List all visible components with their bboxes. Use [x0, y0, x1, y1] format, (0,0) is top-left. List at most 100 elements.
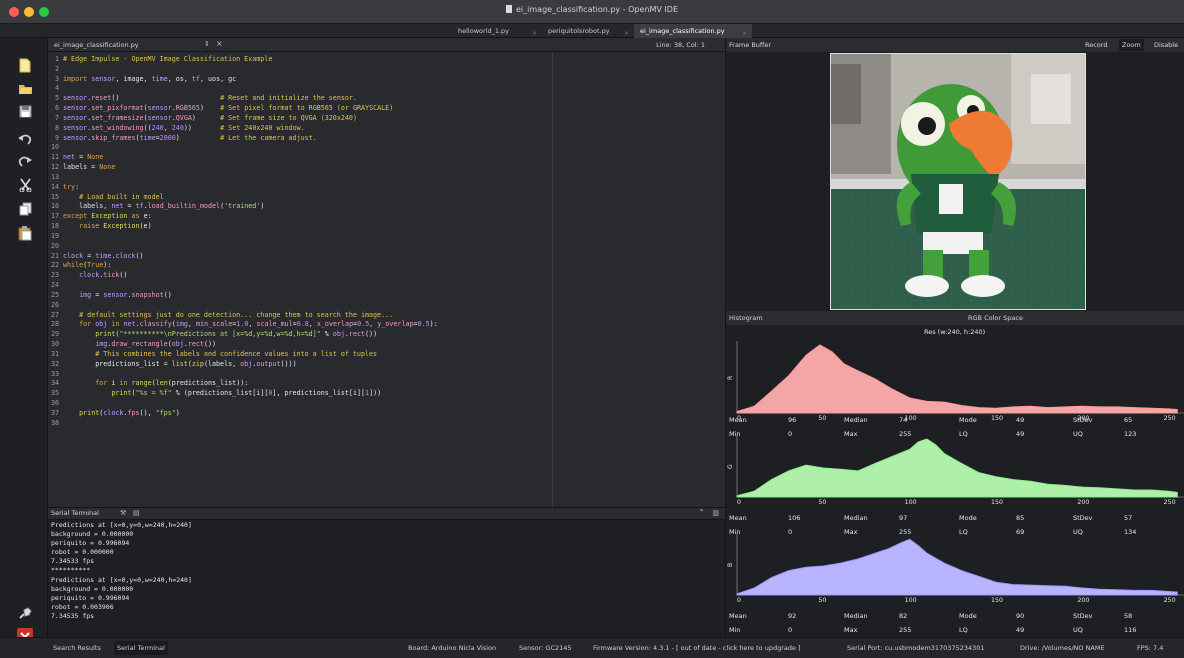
histogram-plots: 0 50 100 150 200 250 R Mean 96 Median 74 Mode 49 StDe…	[727, 341, 1184, 634]
line-number: 3	[54, 74, 59, 83]
stat-value: 255	[899, 528, 911, 536]
code-lines: 1 # Edge Impulse - OpenMV Image Classific…	[48, 55, 438, 428]
save-icon[interactable]	[17, 102, 33, 120]
tab-ei-image-classification[interactable]: ei_image_classification.py ×	[634, 24, 752, 38]
close-editor-icon[interactable]: ×	[216, 39, 223, 48]
histogram-tick-label: 250	[1164, 415, 1176, 422]
cursor-position: Line: 38, Col: 1	[656, 41, 705, 49]
serial-terminal[interactable]: Predictions at [x=0,y=0,w=240,h=240] bac…	[48, 520, 725, 637]
histogram-tick-label: 250	[1164, 499, 1176, 506]
line-number: 24	[50, 281, 59, 290]
stat-label: LQ	[959, 430, 968, 438]
stat-label: Min	[729, 430, 741, 438]
paste-icon[interactable]	[17, 224, 33, 242]
stat-value: 57	[1124, 514, 1132, 522]
histogram-tick-label: 150	[991, 597, 1003, 604]
editor-margin-line	[552, 52, 553, 507]
sensor-info: Sensor: GC2145	[519, 644, 572, 652]
zoom-button[interactable]: Zoom	[1119, 39, 1144, 51]
line-number: 34	[50, 379, 59, 388]
tab-periquitolsrobot[interactable]: periquitolsrobot.py ×	[542, 24, 634, 38]
line-number: 10	[50, 143, 59, 152]
connect-icon[interactable]	[17, 604, 33, 622]
histogram-channel-label: R	[727, 376, 734, 380]
serial-terminal-title: Serial Terminal	[51, 509, 99, 517]
stat-value: 116	[1124, 626, 1136, 634]
stat-value: 0	[788, 430, 792, 438]
stat-value: 90	[1016, 612, 1024, 620]
stat-label: Min	[729, 626, 741, 634]
stat-label: LQ	[959, 528, 968, 536]
stat-label: Mean	[729, 612, 747, 620]
line-number: 30	[50, 340, 59, 349]
line-number: 14	[50, 182, 59, 191]
serial-terminal-tab[interactable]: Serial Terminal	[114, 641, 168, 655]
maximize-panel-icon[interactable]: ▥	[712, 509, 719, 517]
stat-label: StDev	[1073, 612, 1093, 620]
line-number: 17	[50, 212, 59, 221]
stat-value: 49	[1016, 416, 1024, 424]
open-file-icon[interactable]	[17, 79, 33, 97]
stat-label: Median	[844, 416, 868, 424]
stat-value: 106	[788, 514, 800, 522]
disable-button[interactable]: Disable	[1151, 39, 1181, 51]
tab-helloworld[interactable]: helloworld_1.py ×	[452, 24, 542, 38]
histogram-tick-label: 50	[818, 415, 826, 422]
save-terminal-icon[interactable]: ▤	[133, 509, 140, 517]
histogram-channel-label: B	[727, 563, 734, 567]
collapse-panel-icon[interactable]: ⌃	[698, 508, 705, 517]
copy-icon[interactable]	[17, 200, 33, 218]
stat-label: Mean	[729, 514, 747, 522]
stat-label: Max	[844, 430, 858, 438]
file-tab-bar: helloworld_1.py × periquitolsrobot.py × ei…	[0, 24, 1184, 38]
stat-label: UQ	[1073, 626, 1083, 634]
line-number: 4	[54, 84, 59, 93]
serial-terminal-header: Serial Terminal ⚒ ▤ ⌃ ▥	[48, 507, 725, 520]
line-number: 7	[54, 113, 59, 122]
line-number: 23	[50, 271, 59, 280]
histogram-tick-label: 50	[818, 597, 826, 604]
stat-value: 96	[788, 416, 796, 424]
line-number: 13	[50, 172, 59, 181]
firmware-info[interactable]: Firmware Version: 4.3.1 - [ out of date …	[593, 644, 801, 652]
histogram-g-channel: 0 50 100 150 200 250 G Mean 106 Median 97 Mode 85 StD…	[727, 435, 1184, 536]
line-number: 36	[50, 398, 59, 407]
line-number: 12	[50, 163, 59, 172]
redo-icon[interactable]	[17, 152, 33, 170]
drive-info[interactable]: Drive: /Volumes/NO NAME	[1020, 644, 1105, 652]
editor-file-selector[interactable]: ei_image_classification.py	[54, 39, 139, 51]
stat-label: LQ	[959, 626, 968, 634]
cut-icon[interactable]	[17, 176, 33, 194]
color-space-select[interactable]: RGB Color Space	[968, 312, 1023, 324]
search-results-tab[interactable]: Search Results	[53, 644, 101, 652]
status-bar: Search Results Serial Terminal Board: Ar…	[0, 637, 1184, 658]
clear-terminal-icon[interactable]: ⚒	[120, 509, 126, 517]
openmv-ide-window: ei_image_classification.py - OpenMV IDE …	[0, 0, 1184, 658]
stat-label: Mode	[959, 416, 977, 424]
histogram-area	[736, 538, 1178, 596]
new-file-icon[interactable]	[17, 56, 33, 74]
stat-value: 65	[1124, 416, 1132, 424]
line-number: 29	[50, 330, 59, 339]
histogram-tick-label: 200	[1077, 597, 1089, 604]
histogram-tick-label: 100	[905, 597, 917, 604]
file-dropdown-icon[interactable]: ⇕	[204, 40, 210, 48]
line-number: 20	[50, 241, 59, 250]
line-number: 18	[50, 222, 59, 231]
serial-port-info[interactable]: Serial Port: cu.usbmodem3170375234301	[847, 644, 985, 652]
histogram-tick-label: 250	[1164, 597, 1176, 604]
stat-value: 69	[1016, 528, 1024, 536]
undo-icon[interactable]	[17, 130, 33, 148]
line-number: 11	[50, 153, 59, 162]
stat-label: Median	[844, 514, 868, 522]
histogram-tick-label: 50	[818, 499, 826, 506]
record-button[interactable]: Record	[1082, 39, 1110, 51]
board-info[interactable]: Board: Arduino Nicla Vision	[408, 644, 496, 652]
line-number: 15	[50, 192, 59, 201]
stat-label: Mode	[959, 612, 977, 620]
histogram-panel: Res (w:240, h:240) 0 50 100 150 200 250 R Mean 9…	[725, 325, 1184, 637]
stat-label: UQ	[1073, 528, 1083, 536]
stat-value: 134	[1124, 528, 1136, 536]
code-editor[interactable]: 1 # Edge Impulse - OpenMV Image Classific…	[48, 52, 725, 507]
stat-label: Max	[844, 528, 858, 536]
